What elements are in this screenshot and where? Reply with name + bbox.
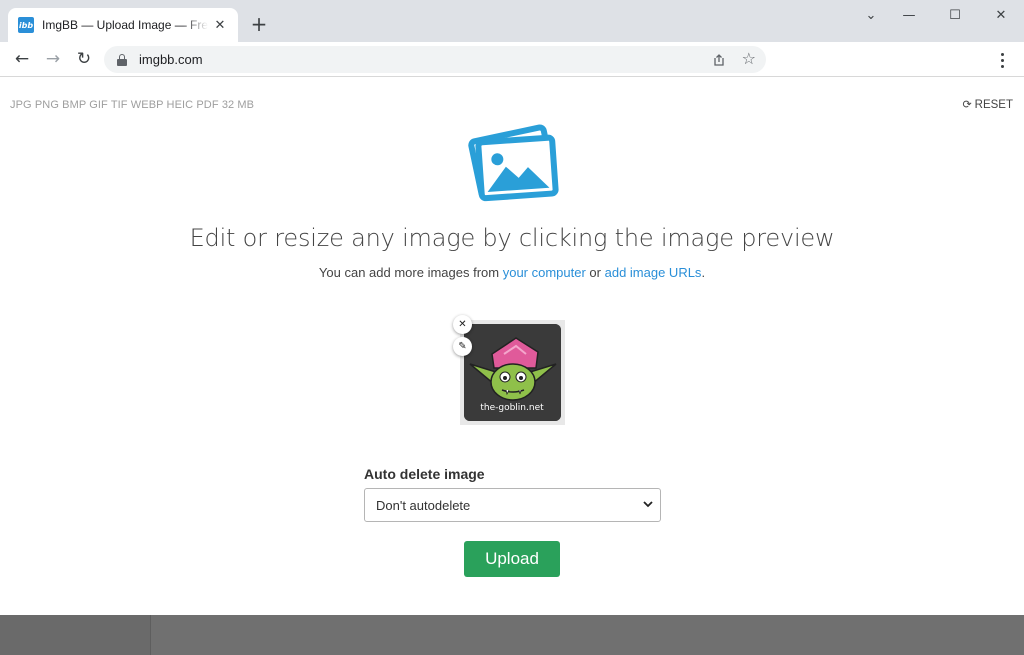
- reset-label: RESET: [974, 98, 1013, 111]
- chevron-down-icon: [643, 501, 653, 508]
- thumbnail-caption: the-goblin.net: [480, 403, 544, 413]
- goblin-illustration: the-goblin.net: [464, 324, 561, 421]
- upload-button[interactable]: Upload: [464, 541, 560, 577]
- subline-text: You can add more images from: [318, 265, 503, 280]
- forward-arrow-icon[interactable]: →: [40, 46, 66, 72]
- supported-formats: JPG PNG BMP GIF TIF WEBP HEIC PDF 32 MB: [10, 99, 255, 111]
- favicon-icon: ibb: [18, 17, 34, 33]
- close-window-icon[interactable]: ✕: [978, 4, 1024, 26]
- image-preview[interactable]: the-goblin.net: [460, 320, 565, 425]
- reload-icon[interactable]: ↻: [71, 46, 97, 72]
- page-headline: Edit or resize any image by clicking the…: [189, 224, 835, 252]
- star-icon[interactable]: ☆: [742, 49, 756, 68]
- pencil-icon[interactable]: ✎: [453, 337, 472, 356]
- thumbnail-image: the-goblin.net: [464, 324, 561, 421]
- add-image-urls-link[interactable]: add image URLs: [605, 265, 702, 280]
- add-more-text: You can add more images from your comput…: [0, 265, 1024, 280]
- back-arrow-icon[interactable]: ←: [9, 46, 35, 72]
- minimize-icon[interactable]: —: [886, 4, 932, 26]
- share-icon[interactable]: [712, 53, 726, 67]
- browser-toolbar: ← → ↻ imgbb.com ☆: [0, 42, 1024, 77]
- subline-text: or: [585, 265, 605, 280]
- remove-icon[interactable]: ✕: [453, 315, 472, 334]
- lock-icon[interactable]: [117, 53, 127, 66]
- reset-icon: ⟳: [962, 98, 972, 111]
- address-bar[interactable]: imgbb.com ☆: [104, 46, 766, 73]
- browser-tabbar: ibb ImgBB — Upload Image — Free ✕ + ⌄ — …: [0, 0, 1024, 42]
- footer-bar: [0, 615, 1024, 655]
- browser-tab[interactable]: ibb ImgBB — Upload Image — Free ✕: [8, 8, 238, 42]
- image-gallery-icon: [468, 124, 559, 202]
- new-tab-icon[interactable]: +: [249, 13, 269, 35]
- auto-delete-value: Don't autodelete: [376, 497, 471, 513]
- auto-delete-select[interactable]: Don't autodelete: [364, 488, 661, 522]
- subline-text: .: [701, 265, 706, 280]
- auto-delete-label: Auto delete image: [364, 466, 485, 482]
- menu-icon[interactable]: [992, 50, 1012, 70]
- reset-button[interactable]: ⟳ RESET: [962, 98, 1013, 111]
- close-icon[interactable]: ✕: [212, 17, 228, 33]
- footer-segment: [150, 615, 1024, 655]
- your-computer-link[interactable]: your computer: [503, 265, 586, 280]
- tab-title: ImgBB — Upload Image — Free: [42, 18, 208, 32]
- url-text: imgbb.com: [139, 52, 203, 67]
- maximize-icon[interactable]: ☐: [932, 4, 978, 26]
